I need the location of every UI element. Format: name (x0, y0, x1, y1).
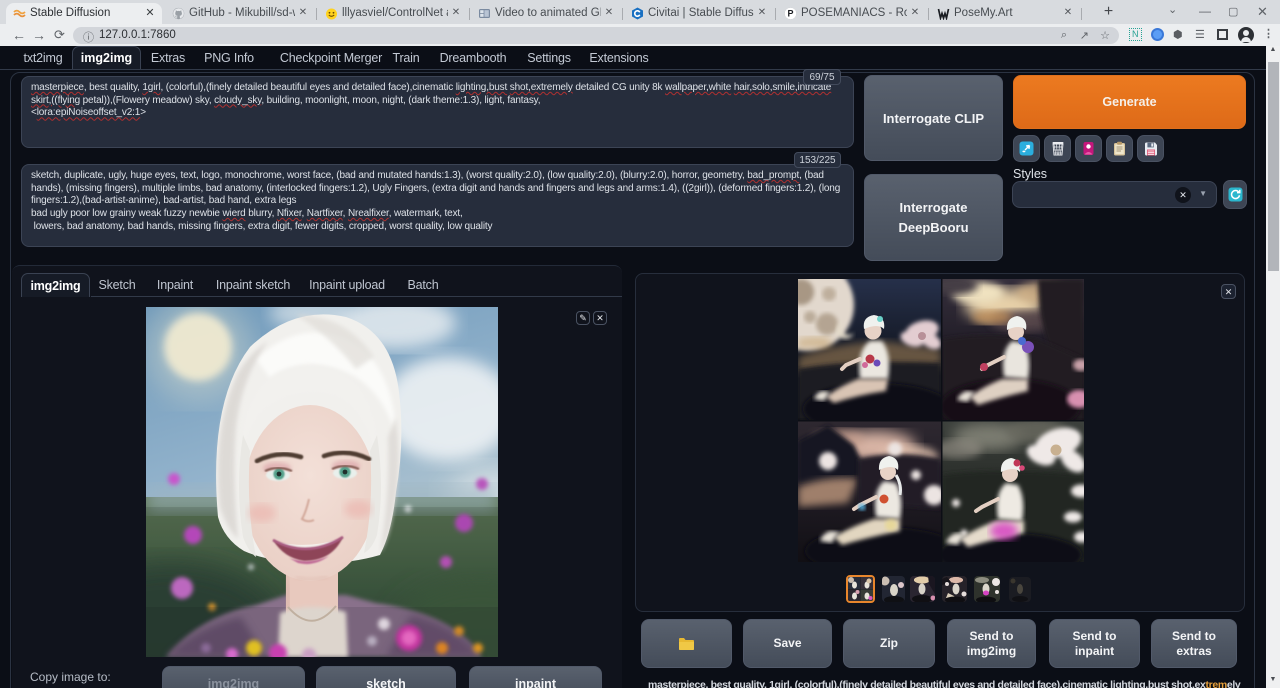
svg-text:P: P (787, 9, 793, 19)
